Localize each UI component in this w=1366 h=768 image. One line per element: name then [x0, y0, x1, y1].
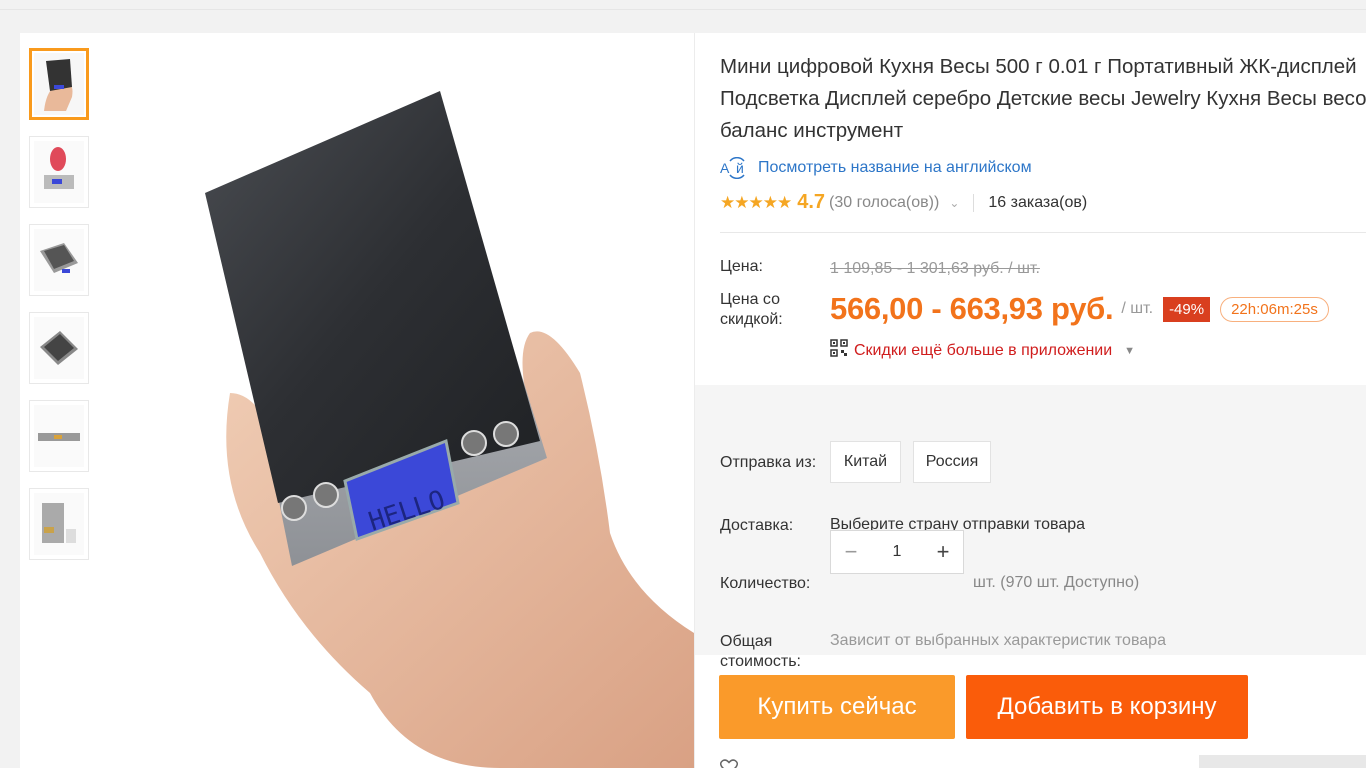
tare-button-icon [493, 421, 519, 447]
ship-from-label: Отправка из: [720, 454, 817, 471]
quantity-label: Количество: [720, 575, 811, 592]
qr-code-icon [830, 339, 848, 362]
sale-price-label: Цена со скидкой: [720, 290, 783, 330]
quantity-input[interactable]: 1 [871, 543, 923, 561]
total-label: Общая стоимость: [720, 632, 801, 672]
caret-down-icon[interactable]: ▼ [1124, 345, 1135, 357]
total-value: Зависит от выбранных характеристик товар… [830, 632, 1166, 649]
thumbnail-1[interactable] [29, 48, 89, 120]
product-title-line: баланс инструмент [720, 119, 904, 142]
translate-icon: A й [720, 156, 750, 180]
divider [720, 232, 1366, 233]
mode-button-icon [313, 482, 339, 508]
chevron-down-icon[interactable]: ⌄ [949, 196, 959, 210]
thumbnail-2[interactable] [29, 136, 89, 208]
bottom-panel-edge [1199, 755, 1366, 768]
sale-price: 566,00 - 663,93 руб. [830, 291, 1114, 326]
ship-from-option-russia[interactable]: Россия [913, 441, 991, 483]
quantity-stepper: − 1 + [830, 530, 964, 574]
total-label-line: Общая [720, 633, 773, 650]
product-title: Мини цифровой Кухня Весы 500 г 0.01 г По… [720, 51, 1366, 147]
ship-from-option-china[interactable]: Китай [830, 441, 901, 483]
translate-link-text[interactable]: Посмотреть название на английском [758, 159, 1032, 177]
thumbnail-6[interactable] [29, 488, 89, 560]
sale-price-label-line: Цена со [720, 291, 780, 308]
delivery-label: Доставка: [720, 517, 794, 534]
quantity-minus-button[interactable]: − [831, 539, 871, 565]
heart-icon[interactable] [719, 759, 739, 768]
star-rating-icon: ★★★★★ [720, 192, 792, 212]
power-button-icon [281, 495, 307, 521]
divider [973, 193, 975, 212]
rating-row: ★★★★★ 4.7 (30 голоса(ов)) ⌄ 16 заказа(ов… [720, 191, 1087, 214]
thumbnail-3[interactable] [29, 224, 89, 296]
rating-value: 4.7 [797, 191, 826, 213]
discount-badge: -49% [1163, 296, 1211, 322]
svg-text:A: A [720, 160, 730, 176]
product-title-line: Подсветка Дисплей серебро Детские весы J… [720, 87, 1366, 110]
price-label: Цена: [720, 258, 763, 275]
product-info-panel: Мини цифровой Кухня Весы 500 г 0.01 г По… [694, 33, 1366, 768]
sale-price-label-line: скидкой: [720, 311, 783, 328]
thumbnail-4[interactable] [29, 312, 89, 384]
app-discount-promo[interactable]: Скидки ещё больше в приложении ▼ [830, 339, 1135, 362]
top-bar [0, 0, 1366, 10]
app-promo-text[interactable]: Скидки ещё больше в приложении [854, 342, 1112, 360]
countdown-timer: 22h:06m:25s [1220, 296, 1329, 322]
product-title-line: Мини цифровой Кухня Весы 500 г 0.01 г По… [720, 55, 1357, 78]
total-label-line: стоимость: [720, 653, 801, 670]
quantity-available: шт. (970 шт. Доступно) [973, 574, 1140, 591]
main-product-image[interactable]: HELLO [110, 33, 694, 768]
add-to-cart-button[interactable]: Добавить в корзину [966, 675, 1248, 739]
rating-votes[interactable]: (30 голоса(ов)) [829, 194, 939, 212]
wishlist-row [719, 759, 739, 768]
pcs-button-icon [461, 430, 487, 456]
old-price: 1 109,85 - 1 301,63 руб. / шт. [830, 260, 1040, 277]
buy-now-button[interactable]: Купить сейчас [719, 675, 955, 739]
quantity-plus-button[interactable]: + [923, 539, 963, 565]
orders-count: 16 заказа(ов) [988, 193, 1088, 211]
translate-link[interactable]: A й Посмотреть название на английском [720, 156, 1032, 180]
price-unit: / шт. [1121, 300, 1154, 317]
options-section: Отправка из: Китай Россия Доставка: Выбе… [695, 385, 1366, 670]
svg-text:й: й [736, 160, 744, 176]
product-gallery: HELLO [20, 33, 694, 768]
thumbnail-list [29, 48, 89, 576]
sale-price-row: 566,00 - 663,93 руб. / шт. -49% 22h:06m:… [830, 291, 1329, 327]
thumbnail-5[interactable] [29, 400, 89, 472]
